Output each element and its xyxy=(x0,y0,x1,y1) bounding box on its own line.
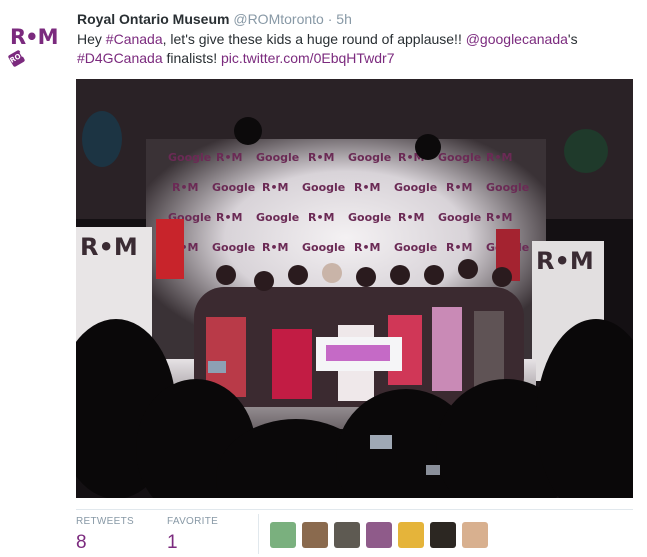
tweet-timestamp[interactable]: 5h xyxy=(336,11,352,27)
backdrop-word: R•M xyxy=(486,151,512,164)
backdrop-word: Google xyxy=(302,181,345,194)
phone-screen xyxy=(208,361,226,373)
favoriter-avatar-6[interactable] xyxy=(430,522,456,548)
backdrop-word: R•M xyxy=(262,241,288,254)
stat-separator xyxy=(258,514,259,554)
phone-screen xyxy=(426,465,440,475)
backdrop-word: Google xyxy=(394,181,437,194)
favorites-stat[interactable]: FAVORITE 1 xyxy=(167,516,218,554)
retweets-count[interactable]: 8 xyxy=(76,532,134,554)
backdrop-word: Google xyxy=(212,181,255,194)
avatar[interactable]: R•MROM xyxy=(7,24,68,68)
backdrop-word: R•M xyxy=(354,181,380,194)
avatar-badge: ROM xyxy=(7,49,28,68)
avatar-text: R•M xyxy=(10,25,58,49)
backdrop-word: R•M xyxy=(354,241,380,254)
tweet-text: Hey #Canada, let's give these kids a hug… xyxy=(77,30,632,68)
pic-link[interactable]: pic.twitter.com/0EbqHTwdr7 xyxy=(221,50,395,66)
backdrop-word: R•M xyxy=(216,151,242,164)
favoriter-avatar-5[interactable] xyxy=(398,522,424,548)
backdrop-word: Google xyxy=(394,241,437,254)
backdrop-word: Google xyxy=(302,241,345,254)
tweet-text-segment: 's xyxy=(567,31,578,47)
backdrop-word: Google xyxy=(212,241,255,254)
hashtag-link[interactable]: #Canada xyxy=(106,31,163,47)
rom-logo: R•MROM xyxy=(7,24,68,76)
retweets-label: RETWEETS xyxy=(76,516,134,527)
backdrop-word: Google xyxy=(438,151,481,164)
favoriter-avatar-7[interactable] xyxy=(462,522,488,548)
favorites-count[interactable]: 1 xyxy=(167,532,218,554)
wall-circle xyxy=(564,129,608,173)
backdrop-word: Google xyxy=(168,151,211,164)
backdrop-word: Google xyxy=(348,151,391,164)
phone-screen xyxy=(370,435,392,449)
tweet-text-segment: Hey xyxy=(77,31,106,47)
right-banner-text: R•M xyxy=(536,247,594,275)
backdrop-word: R•M xyxy=(216,211,242,224)
backdrop-word: R•M xyxy=(308,151,334,164)
tweet-text-segment: finalists! xyxy=(162,50,221,66)
backdrop-word: R•M xyxy=(398,211,424,224)
stage-light xyxy=(415,134,441,160)
canada-flag xyxy=(156,219,184,279)
favorites-label: FAVORITE xyxy=(167,516,219,527)
backdrop-word: R•M xyxy=(262,181,288,194)
favoriter-avatar-1[interactable] xyxy=(270,522,296,548)
stats-divider xyxy=(76,509,633,510)
tweet-header: Royal Ontario Museum @ROMtoronto · 5h xyxy=(77,10,352,28)
backdrop-word: Google xyxy=(486,181,529,194)
backdrop-word: R•M xyxy=(486,211,512,224)
stage-light xyxy=(234,117,262,145)
favoriter-avatar-2[interactable] xyxy=(302,522,328,548)
favoriters-list xyxy=(270,522,488,548)
retweets-stat[interactable]: RETWEETS 8 xyxy=(76,516,134,554)
tweet-text-segment: , let's give these kids a huge round of … xyxy=(162,31,466,47)
separator: · xyxy=(327,11,333,27)
hashtag-link[interactable]: #D4GCanada xyxy=(77,50,163,66)
author-handle[interactable]: @ROMtoronto xyxy=(233,11,323,27)
tweet-photo[interactable]: Google R•M Google R•M Google R•M Google … xyxy=(76,79,633,498)
backdrop-word: R•M xyxy=(308,211,334,224)
wall-circle xyxy=(82,111,122,167)
left-banner-text: R•M xyxy=(80,233,138,261)
author-name[interactable]: Royal Ontario Museum xyxy=(77,11,229,27)
favoriter-avatar-4[interactable] xyxy=(366,522,392,548)
backdrop-word: Google xyxy=(438,211,481,224)
backdrop-word: R•M xyxy=(446,181,472,194)
backdrop-word: Google xyxy=(256,211,299,224)
photo-scene: Google R•M Google R•M Google R•M Google … xyxy=(76,79,633,498)
backdrop-word: Google xyxy=(256,151,299,164)
mention-link[interactable]: @googlecanada xyxy=(466,31,568,47)
backdrop-word: Google xyxy=(348,211,391,224)
favoriter-avatar-3[interactable] xyxy=(334,522,360,548)
backdrop-word: R•M xyxy=(446,241,472,254)
backdrop-word: R•M xyxy=(172,181,198,194)
